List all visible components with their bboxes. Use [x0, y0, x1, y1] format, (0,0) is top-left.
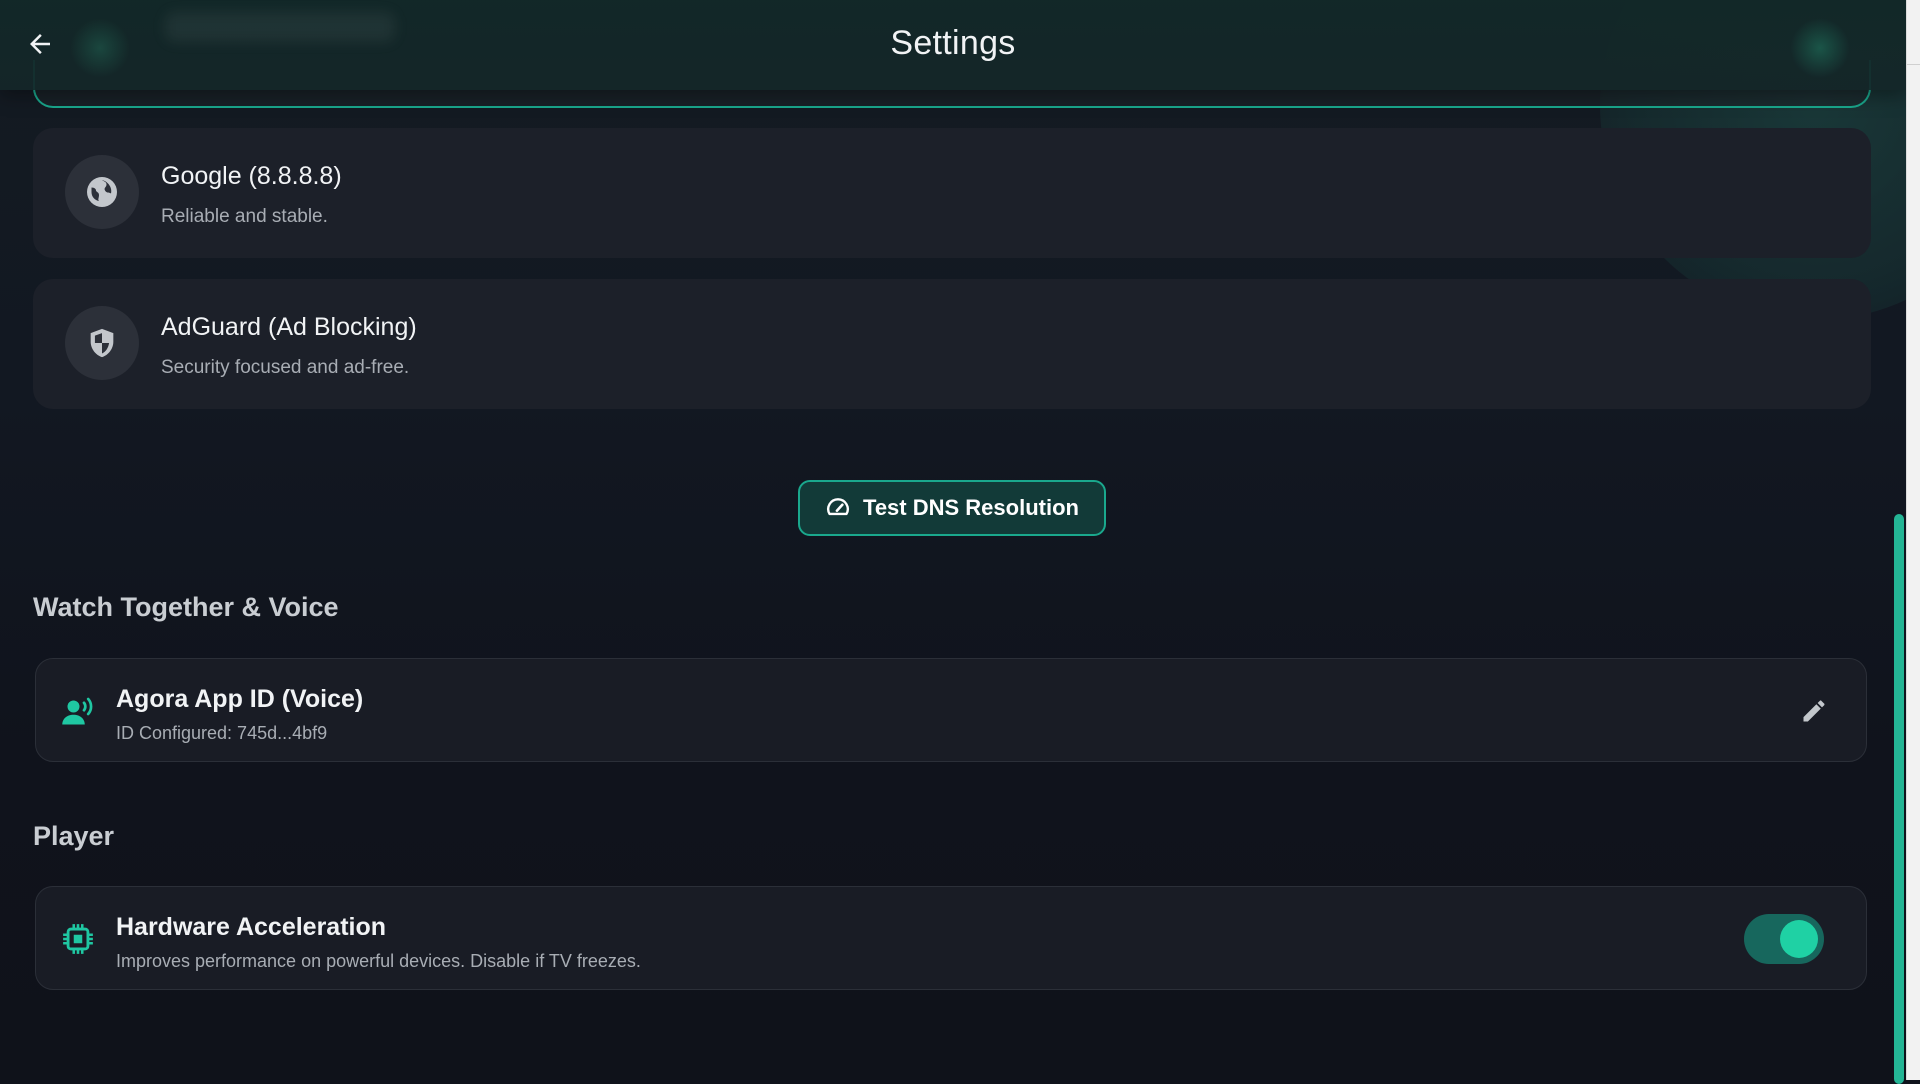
- test-dns-label: Test DNS Resolution: [863, 495, 1079, 520]
- agora-app-id-setting[interactable]: Agora App ID (Voice) ID Configured: 745d…: [35, 658, 1867, 762]
- globe-icon: [87, 177, 117, 207]
- section-title-player: Player: [33, 821, 115, 851]
- dns-option-title: Google (8.8.8.8): [161, 162, 342, 190]
- shield-icon: [90, 328, 114, 358]
- speedometer-icon: [827, 498, 849, 516]
- hardware-acceleration-title: Hardware Acceleration: [116, 913, 387, 941]
- settings-screen: Settings Google (8.8.8.8) Reliable and s…: [0, 0, 1906, 1080]
- hardware-acceleration-toggle[interactable]: [1744, 914, 1824, 964]
- scrollbar-mark: [1907, 64, 1920, 65]
- section-title-watch-together: Watch Together & Voice: [33, 592, 339, 622]
- dns-option-google[interactable]: Google (8.8.8.8) Reliable and stable.: [33, 128, 1871, 258]
- chip-icon: [63, 924, 93, 954]
- dns-option-title: AdGuard (Ad Blocking): [161, 313, 417, 341]
- dns-option-icon-wrap: [65, 306, 139, 380]
- top-bar: Settings: [0, 0, 1906, 90]
- agora-setting-title: Agora App ID (Voice): [116, 685, 364, 713]
- voice-user-icon-wrap: [60, 693, 96, 729]
- toggle-knob: [1780, 920, 1818, 958]
- dns-option-subtitle: Reliable and stable.: [161, 206, 328, 227]
- agora-setting-subtitle: ID Configured: 745d...4bf9: [116, 723, 328, 743]
- voice-user-icon: [62, 697, 93, 725]
- hardware-acceleration-subtitle: Improves performance on powerful devices…: [116, 951, 641, 971]
- edit-agora-button[interactable]: [1796, 693, 1832, 729]
- dns-option-subtitle: Security focused and ad-free.: [161, 357, 410, 378]
- dns-option-icon-wrap: [65, 155, 139, 229]
- hardware-acceleration-setting[interactable]: Hardware Acceleration Improves performan…: [35, 886, 1867, 990]
- scrollbar-thumb[interactable]: [1894, 514, 1904, 1084]
- test-dns-button[interactable]: Test DNS Resolution: [798, 480, 1106, 536]
- page-title: Settings: [890, 24, 1016, 62]
- pencil-icon: [1803, 700, 1825, 722]
- chip-icon-wrap: [60, 921, 96, 957]
- dns-option-adguard[interactable]: AdGuard (Ad Blocking) Security focused a…: [33, 279, 1871, 409]
- scrollbar-track[interactable]: [1906, 0, 1920, 1080]
